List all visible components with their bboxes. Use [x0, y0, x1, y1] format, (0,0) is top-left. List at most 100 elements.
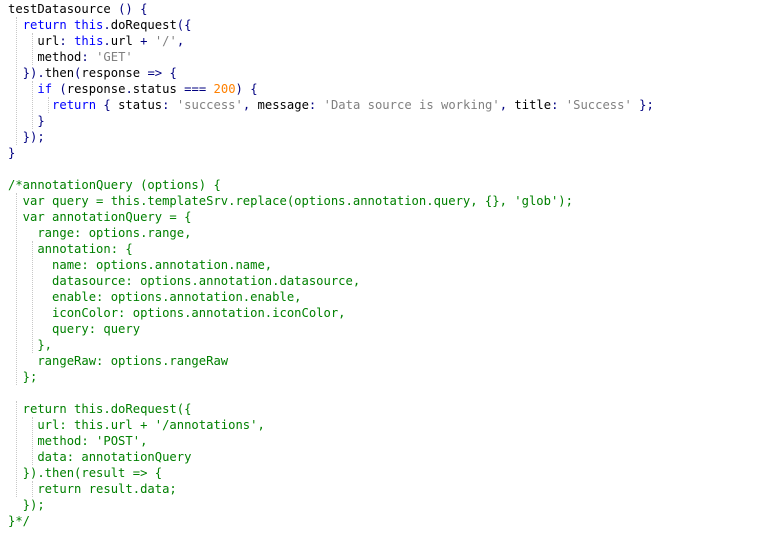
code-token: rangeRaw: options.rangeRaw	[8, 354, 229, 368]
code-token: :	[308, 98, 324, 112]
code-token: () {	[118, 2, 148, 16]
code-token: var query = this.templateSrv.replace(opt…	[8, 194, 573, 208]
code-token: title	[514, 98, 552, 112]
code-line[interactable]: url: this.url + '/annotations',	[8, 417, 265, 433]
indent-guide	[32, 481, 33, 497]
code-token: status	[132, 82, 185, 96]
code-token: +	[140, 34, 155, 48]
code-token: datasource: options.annotation.datasourc…	[8, 274, 361, 288]
indent-guide	[32, 81, 33, 129]
code-line[interactable]: iconColor: options.annotation.iconColor,	[8, 305, 346, 321]
code-token: });	[8, 130, 45, 144]
code-token: :	[81, 50, 97, 64]
code-token: ,	[242, 98, 258, 112]
code-token: ,	[176, 34, 185, 48]
code-line[interactable]: }	[8, 113, 45, 129]
code-line[interactable]: };	[8, 369, 38, 385]
code-token: return this	[22, 18, 104, 32]
code-token: enable: options.annotation.enable,	[8, 290, 302, 304]
code-token: ,	[499, 98, 515, 112]
code-line[interactable]: /*annotationQuery (options) {	[8, 177, 221, 193]
code-token: range: options.range,	[8, 226, 192, 240]
code-token: return result.data;	[8, 482, 177, 496]
code-line[interactable]: return this.doRequest({	[8, 401, 192, 417]
code-line[interactable]: }	[8, 145, 15, 161]
code-token: annotation: {	[8, 242, 133, 256]
code-line[interactable]: name: options.annotation.name,	[8, 257, 272, 273]
code-token: .	[103, 18, 111, 32]
code-token: message	[257, 98, 309, 112]
code-token: }	[8, 146, 16, 160]
code-token: return	[52, 98, 97, 112]
code-line[interactable]: return { status: 'success', message: 'Da…	[8, 97, 654, 113]
code-line[interactable]: url: this.url + '/',	[8, 33, 184, 49]
code-token: var annotationQuery = {	[8, 210, 192, 224]
code-token: 200	[213, 82, 236, 96]
indent-guide	[32, 241, 33, 353]
code-token: 'Success'	[565, 98, 632, 112]
code-line[interactable]: method: 'POST',	[8, 433, 147, 449]
code-line[interactable]: var query = this.templateSrv.replace(opt…	[8, 193, 573, 209]
code-token: if	[37, 82, 53, 96]
code-token: .	[103, 34, 111, 48]
code-line[interactable]: query: query	[8, 321, 140, 337]
code-token: return this.doRequest({	[8, 402, 192, 416]
code-token: };	[631, 98, 654, 112]
code-token: :	[551, 98, 566, 112]
code-token: :	[162, 98, 177, 112]
code-token: 'Data source is working'	[323, 98, 500, 112]
code-line[interactable]: }*/	[8, 513, 30, 529]
code-line[interactable]: rangeRaw: options.rangeRaw	[8, 353, 228, 369]
code-token: => {	[147, 66, 177, 80]
code-token: response	[81, 66, 148, 80]
code-token: name: options.annotation.name,	[8, 258, 273, 272]
code-token: }	[8, 114, 45, 128]
code-line[interactable]: data: annotationQuery	[8, 449, 191, 465]
code-line[interactable]: annotation: {	[8, 241, 133, 257]
code-token: method	[8, 50, 82, 64]
code-token: testDatasource	[8, 2, 119, 16]
code-token: {	[103, 98, 119, 112]
code-line[interactable]: return result.data;	[8, 481, 177, 497]
code-token: then	[44, 66, 75, 80]
code-line[interactable]: }).then(response => {	[8, 65, 177, 81]
code-line[interactable]: if (response.status === 200) {	[8, 81, 258, 97]
code-token: 'GET'	[96, 50, 133, 64]
code-token: };	[8, 370, 38, 384]
code-line[interactable]: var annotationQuery = {	[8, 209, 192, 225]
code-token: response	[66, 82, 126, 96]
code-line[interactable]: testDatasource () {	[8, 1, 147, 17]
code-line[interactable]: range: options.range,	[8, 225, 191, 241]
code-line[interactable]: });	[8, 129, 45, 145]
code-token: .	[125, 82, 133, 96]
indent-guide	[32, 417, 33, 465]
code-token: }).	[8, 66, 45, 80]
code-token: method: 'POST',	[8, 434, 148, 448]
code-line[interactable]: datasource: options.annotation.datasourc…	[8, 273, 360, 289]
code-token: data: annotationQuery	[8, 450, 192, 464]
code-token: iconColor: options.annotation.iconColor,	[8, 306, 346, 320]
code-line[interactable]: return this.doRequest({	[8, 17, 192, 33]
code-token: },	[8, 338, 53, 352]
code-token: ) {	[235, 82, 258, 96]
code-token: '/'	[154, 34, 177, 48]
indent-guide	[16, 193, 17, 385]
code-line[interactable]: enable: options.annotation.enable,	[8, 289, 302, 305]
code-token: ({	[176, 18, 192, 32]
code-line[interactable]: },	[8, 337, 52, 353]
code-editor[interactable]: testDatasource () { return this.doReques…	[0, 0, 781, 536]
code-token: url: this.url + '/annotations',	[8, 418, 265, 432]
code-token: status	[118, 98, 163, 112]
indent-guide	[48, 97, 49, 113]
code-token: }*/	[8, 514, 31, 528]
code-token: doRequest	[110, 18, 177, 32]
code-line[interactable]: });	[8, 497, 45, 513]
code-line[interactable]: method: 'GET'	[8, 49, 133, 65]
code-token: /*annotationQuery (options) {	[8, 178, 221, 192]
code-token: query: query	[8, 322, 141, 336]
code-line[interactable]: }).then(result => {	[8, 465, 162, 481]
code-token: });	[8, 498, 45, 512]
indent-guide	[16, 401, 17, 497]
code-token: url	[110, 34, 141, 48]
